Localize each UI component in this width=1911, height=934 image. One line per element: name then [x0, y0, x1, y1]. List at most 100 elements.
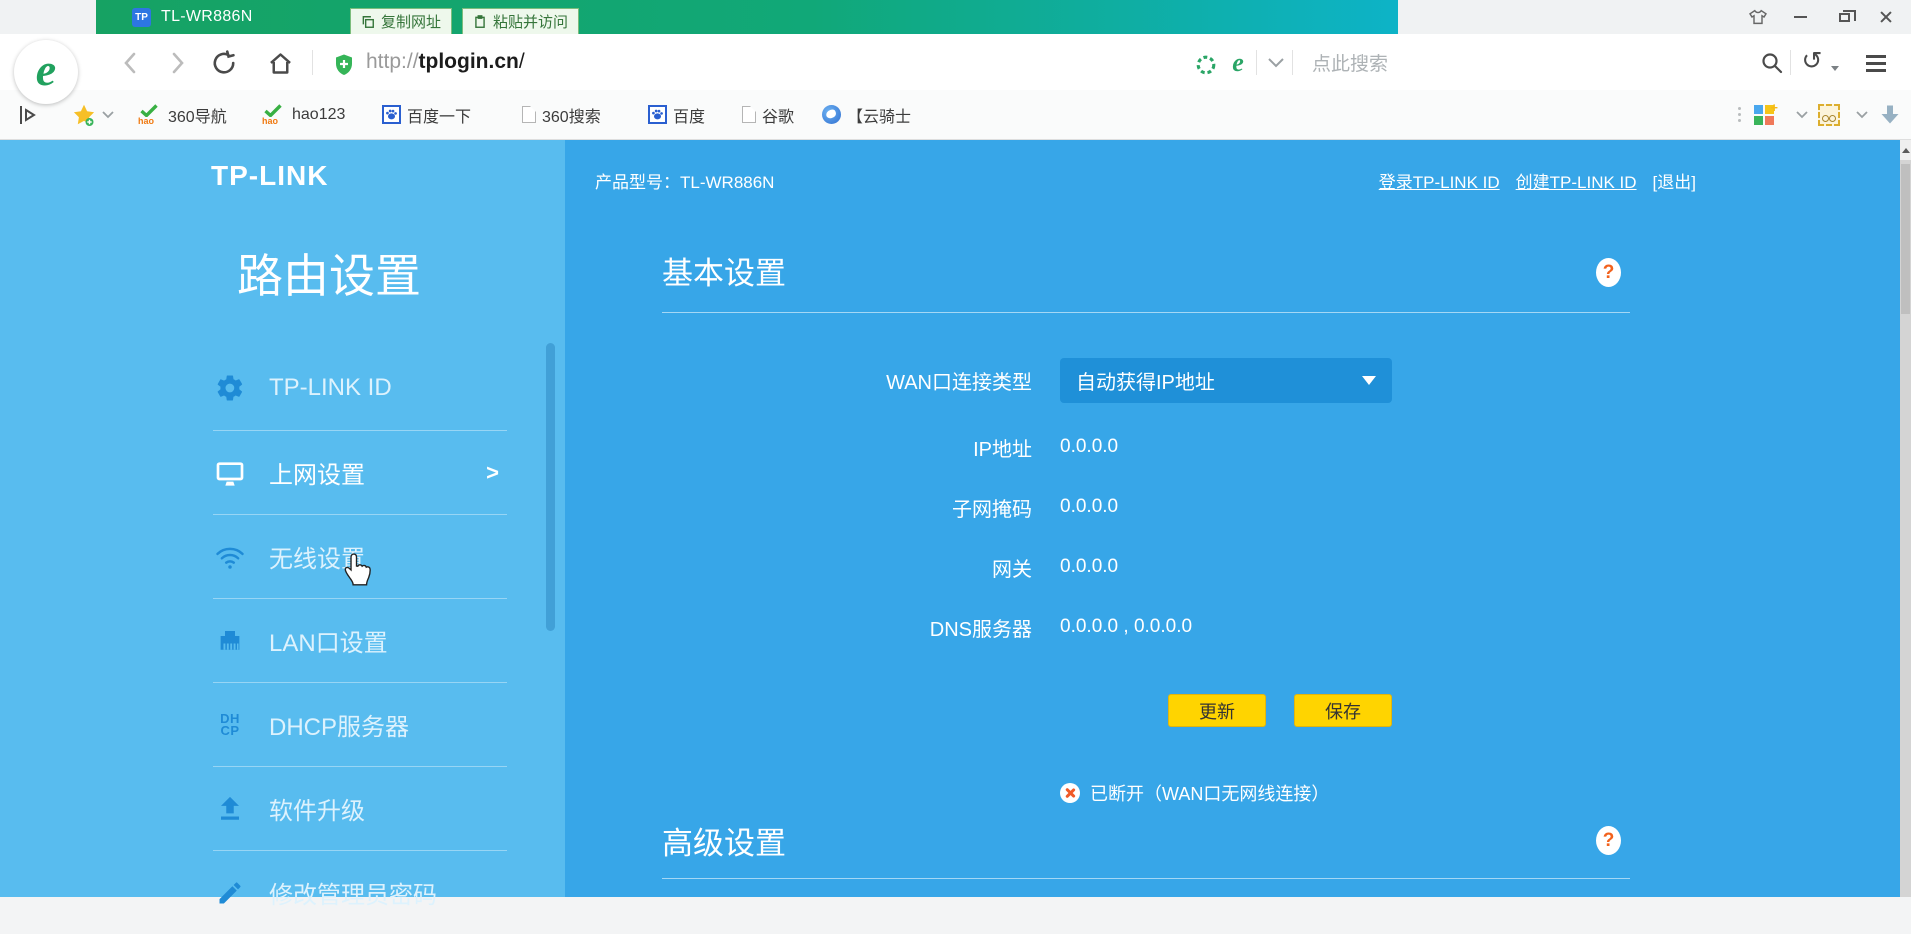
ip-address-row: IP地址 0.0.0.0: [565, 432, 1465, 462]
undo-dropdown-button[interactable]: [1828, 54, 1842, 82]
basic-help-button[interactable]: ?: [1596, 258, 1621, 287]
subnet-mask-row: 子网掩码 0.0.0.0: [565, 492, 1465, 522]
advanced-help-button[interactable]: ?: [1596, 826, 1621, 855]
search-button[interactable]: [1758, 49, 1786, 77]
sidebar-item-tplink-id[interactable]: TP-LINK ID: [213, 346, 507, 430]
tab-favicon-icon: TP: [132, 8, 151, 27]
page-scrollbar[interactable]: [1900, 140, 1911, 897]
bookmark-360search[interactable]: 360搜索: [522, 90, 601, 139]
hao-icon: hao: [262, 104, 286, 126]
main-panel: 产品型号：TL-WR886N 登录TP-LINK ID 创建TP-LINK ID…: [565, 140, 1900, 897]
save-button[interactable]: 保存: [1294, 694, 1392, 727]
home-button[interactable]: [266, 49, 294, 77]
undo-icon: ↺: [1802, 46, 1823, 75]
dns-server-value: 0.0.0.0 , 0.0.0.0: [1060, 616, 1192, 638]
close-button[interactable]: [1874, 6, 1898, 28]
sidebar-item-change-admin-password[interactable]: 修改管理员密码: [213, 850, 507, 934]
restore-button[interactable]: [1832, 6, 1856, 28]
wan-type-select[interactable]: 自动获得IP地址: [1060, 358, 1392, 403]
home-icon: [267, 50, 294, 77]
shield-plus-icon: [332, 53, 356, 77]
favorites-dropdown-button[interactable]: [102, 90, 114, 139]
bookmark-yunqishi[interactable]: 【云骑士: [822, 90, 911, 139]
screenshot-dropdown-button[interactable]: [1856, 90, 1868, 139]
tshirt-icon: [1748, 9, 1768, 25]
gear-icon: [213, 373, 247, 403]
bookmark-baidu[interactable]: 百度: [648, 90, 705, 139]
sidebar-item-dhcp-server[interactable]: DHCP DHCP服务器: [213, 682, 507, 766]
browser-e-icon: e: [36, 47, 56, 93]
ie-compat-button[interactable]: e: [1224, 49, 1252, 77]
speed-mode-button[interactable]: [1192, 51, 1220, 79]
subnet-mask-label: 子网掩码: [565, 493, 1032, 522]
lan-port-icon: [213, 626, 247, 656]
favorite-star-button[interactable]: [72, 90, 96, 139]
bookmark-360nav[interactable]: hao 360导航: [138, 90, 227, 139]
gateway-label: 网关: [565, 553, 1032, 582]
scroll-up-button[interactable]: [1900, 140, 1911, 160]
paste-go-button[interactable]: 粘贴并访问: [462, 8, 579, 35]
page-icon: [742, 106, 756, 123]
search-input[interactable]: 点此搜索: [1312, 34, 1388, 90]
forward-icon: [170, 51, 186, 75]
wan-status-text: 已断开（WAN口无网线连接）: [1090, 780, 1329, 806]
paste-icon: [473, 15, 487, 29]
tplink-logo: TP-LINK: [211, 160, 328, 192]
minimize-button[interactable]: [1788, 6, 1812, 28]
sidebar-item-wireless-settings[interactable]: 无线设置: [213, 514, 507, 598]
bookmarks-bar: hao 360导航 hao hao123 百度一下 360搜索 百度 谷歌 【云…: [0, 90, 1911, 140]
screenshot-icon: [1818, 104, 1840, 126]
sidebar-item-firmware-upgrade[interactable]: 软件升级: [213, 766, 507, 850]
divider: [1790, 50, 1791, 75]
ie-compat-icon: e: [1232, 48, 1244, 78]
address-bar: e http://tplogin.cn/ e 点此搜索 ↺: [0, 34, 1911, 90]
back-button[interactable]: [116, 49, 144, 77]
scrollbar-thumb[interactable]: [1901, 164, 1910, 314]
extensions-dropdown-button[interactable]: [1796, 90, 1808, 139]
section-divider: [662, 878, 1630, 879]
screenshot-button[interactable]: [1818, 90, 1840, 139]
dns-server-row: DNS服务器 0.0.0.0 , 0.0.0.0: [565, 612, 1465, 642]
undo-history-button[interactable]: ↺: [1798, 46, 1826, 74]
extensions-button[interactable]: +: [1754, 90, 1774, 139]
create-tplink-id-link[interactable]: 创建TP-LINK ID: [1516, 168, 1637, 193]
bookmark-google[interactable]: 谷歌: [742, 90, 794, 139]
page-icon: [522, 106, 536, 123]
mode-dropdown-button[interactable]: [1262, 49, 1290, 77]
globe-icon: [822, 105, 841, 124]
bookmark-label: 百度一下: [407, 103, 471, 127]
basic-settings-title: 基本设置: [662, 248, 786, 293]
sidebar-title: 路由设置: [237, 240, 421, 306]
theme-skin-button[interactable]: [1746, 6, 1770, 28]
account-links: 登录TP-LINK ID 创建TP-LINK ID [退出]: [1379, 168, 1696, 193]
bookmark-label: 360搜索: [542, 103, 601, 127]
refresh-button[interactable]: [210, 49, 238, 77]
bookmark-label: 百度: [673, 103, 705, 127]
bookmark-label: 360导航: [168, 103, 227, 127]
site-safety-button[interactable]: [330, 51, 358, 79]
menu-button[interactable]: [1862, 49, 1890, 77]
bookmark-hao123[interactable]: hao hao123: [262, 90, 345, 139]
sidebar-scrollbar[interactable]: [546, 343, 555, 631]
product-model-label: 产品型号：TL-WR886N: [595, 168, 774, 193]
copy-icon: [361, 15, 375, 29]
copy-url-button[interactable]: 复制网址: [350, 8, 452, 35]
caret-down-icon: [1831, 66, 1839, 71]
forward-button[interactable]: [164, 49, 192, 77]
hao-icon: hao: [138, 104, 162, 126]
url-field[interactable]: http://tplogin.cn/: [366, 34, 525, 90]
sidebar-item-internet-settings[interactable]: 上网设置 >: [213, 430, 507, 514]
browser-tab[interactable]: TP TL-WR886N: [96, 0, 1398, 34]
sidebar-item-lan-settings[interactable]: LAN口设置: [213, 598, 507, 682]
sidebar-item-label: DHCP服务器: [269, 707, 409, 742]
logout-link[interactable]: [退出]: [1653, 168, 1696, 193]
disconnected-x-icon: [1060, 783, 1080, 803]
update-button[interactable]: 更新: [1168, 694, 1266, 727]
more-bookmarks-button[interactable]: [1738, 90, 1741, 139]
chevron-down-icon: [1856, 111, 1868, 119]
dhcp-icon: DHCP: [213, 713, 247, 735]
login-tplink-id-link[interactable]: 登录TP-LINK ID: [1379, 168, 1500, 193]
bookmark-baidu-yixia[interactable]: 百度一下: [382, 90, 471, 139]
browser-logo[interactable]: e: [14, 40, 78, 104]
downloads-button[interactable]: [1878, 90, 1902, 139]
